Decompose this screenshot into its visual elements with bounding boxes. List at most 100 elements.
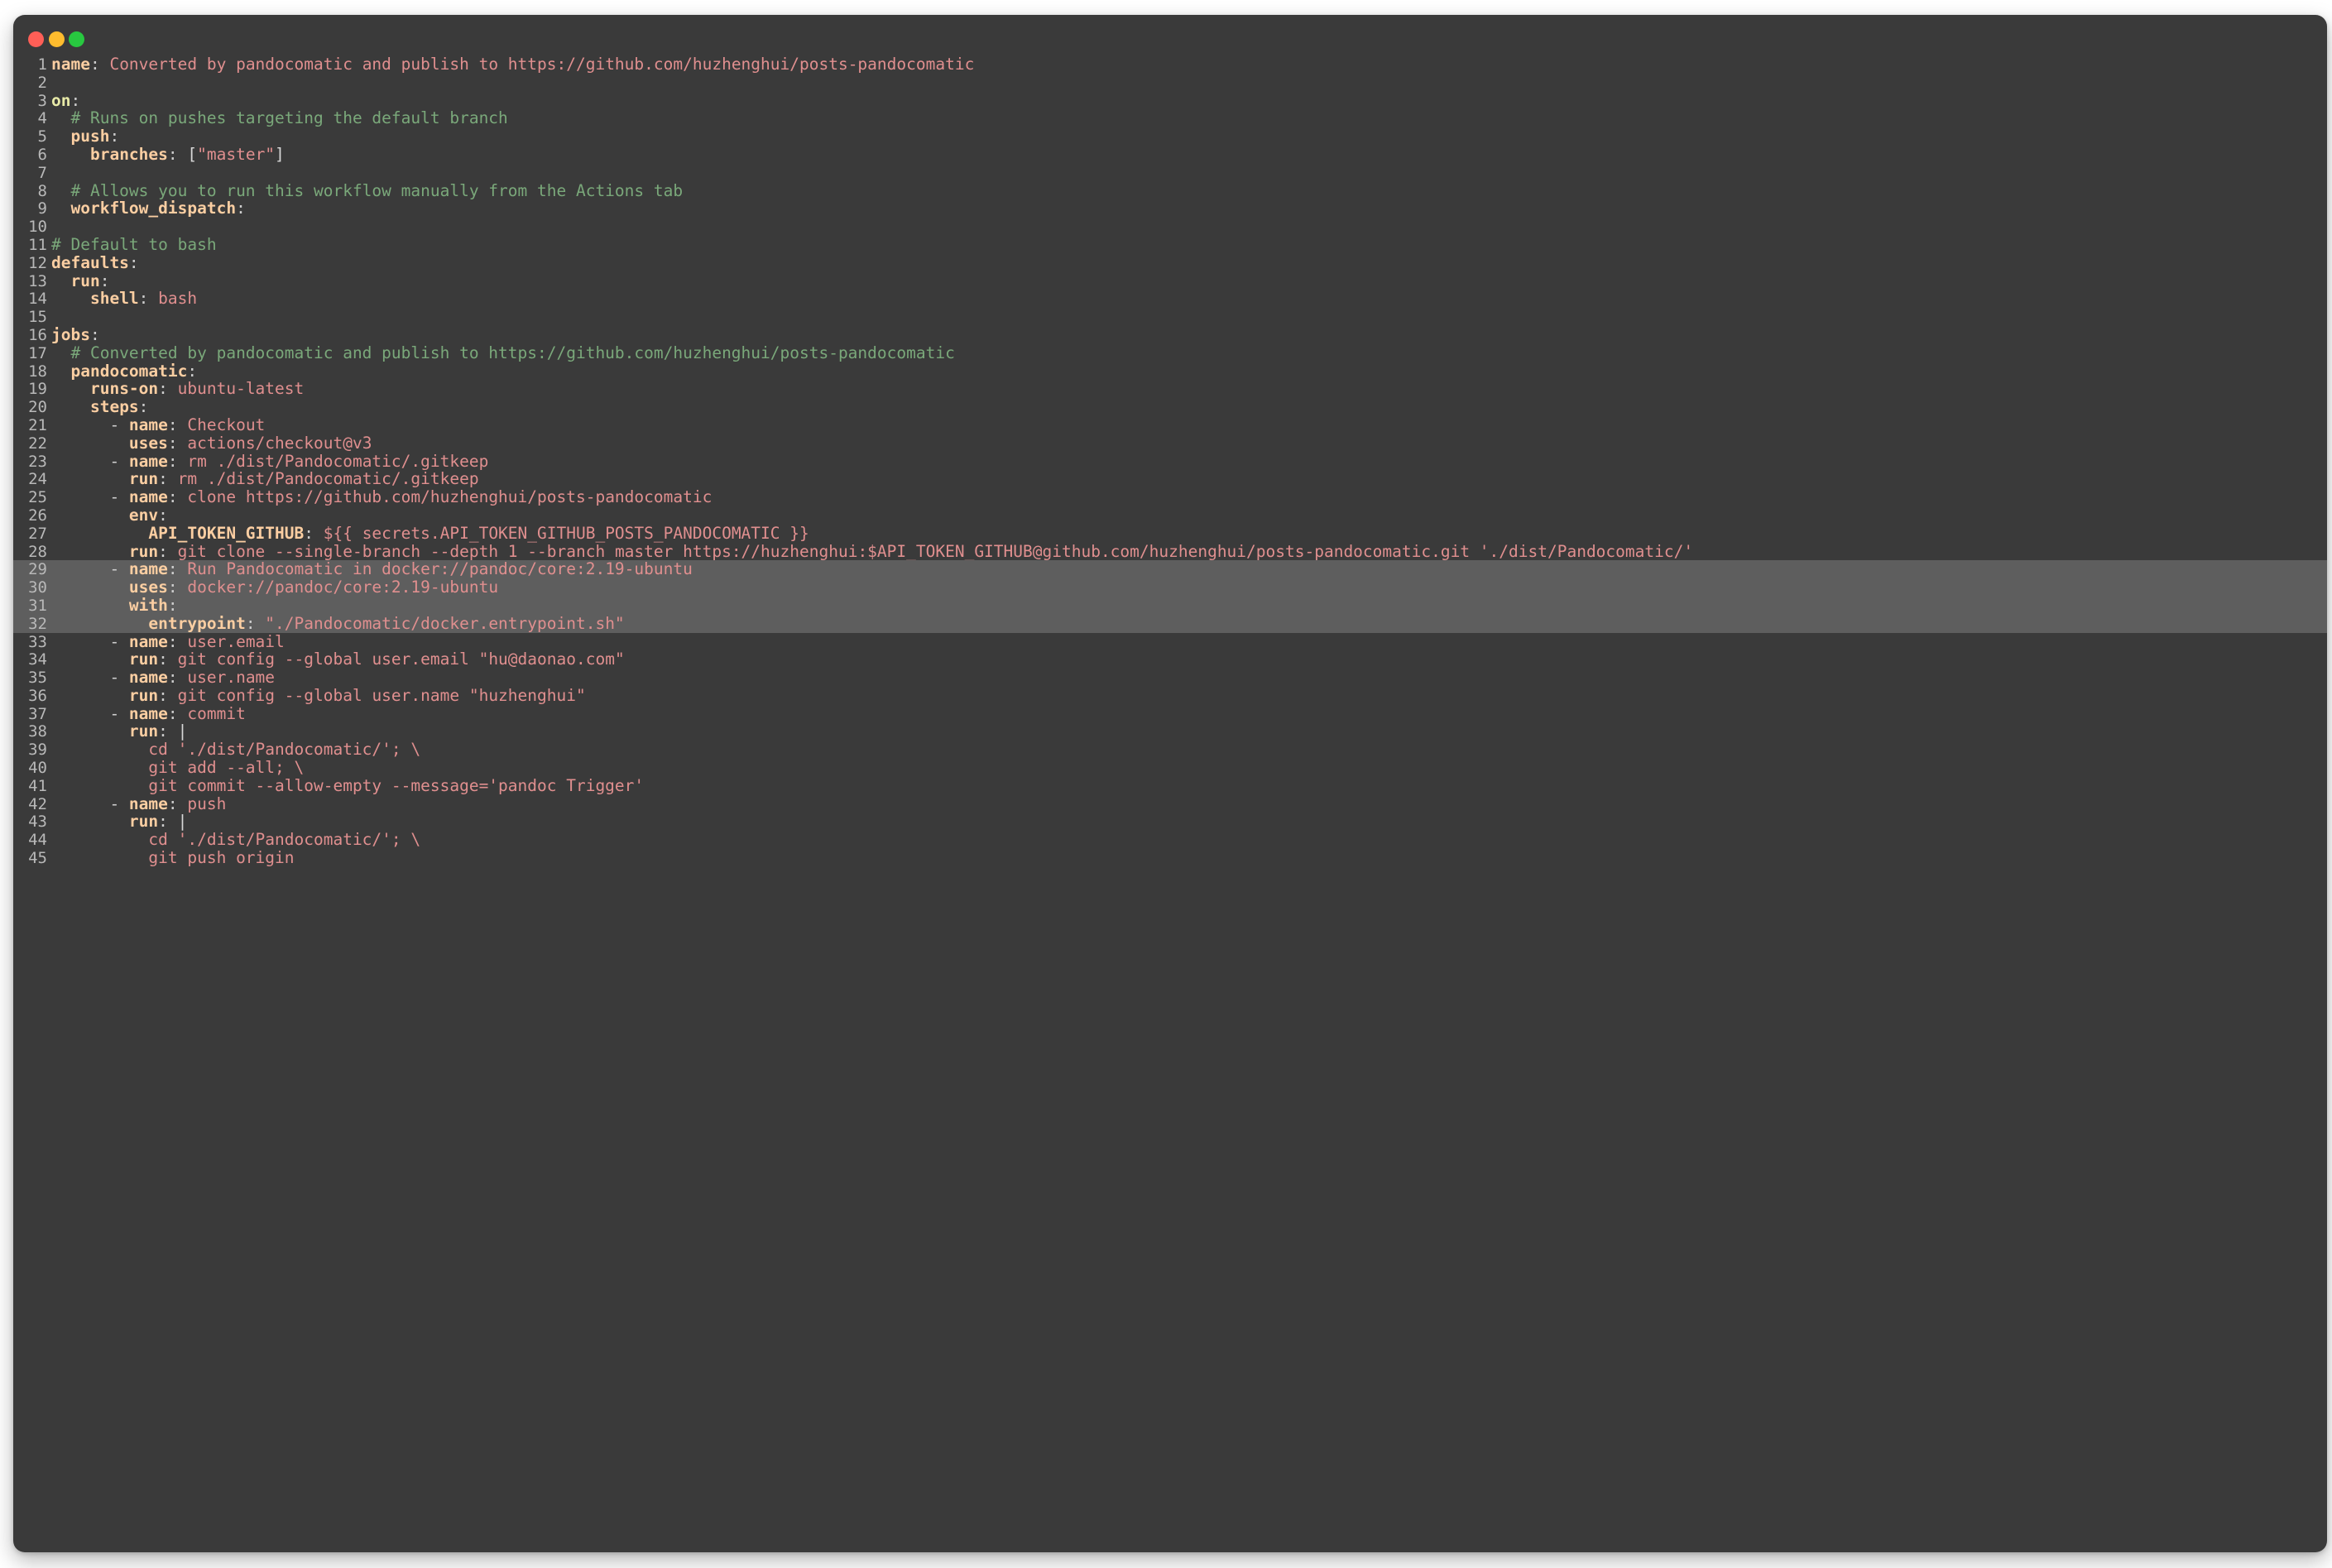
code-line[interactable]: 27 API_TOKEN_GITHUB: ${{ secrets.API_TOK… [13, 524, 2327, 543]
code-line[interactable]: 24 run: rm ./dist/Pandocomatic/.gitkeep [13, 470, 2327, 488]
code-line[interactable]: 14 shell: bash [13, 290, 2327, 308]
line-number: 17 [28, 343, 47, 362]
code-line[interactable]: 15 [13, 308, 2327, 326]
code-line[interactable]: 28 run: git clone --single-branch --dept… [13, 541, 2327, 561]
token-s: git config --global user.name "huzhenghu… [177, 685, 586, 705]
code-line-text: run: [47, 271, 109, 290]
code-editor-content[interactable]: 1 name: Converted by pandocomatic and pub… [13, 51, 2327, 867]
code-line[interactable]: 22 uses: actions/checkout@v3 [13, 434, 2327, 452]
token-p: : [236, 199, 246, 218]
code-line[interactable]: 1 name: Converted by pandocomatic and pub… [13, 55, 2327, 74]
token-k: name [128, 631, 168, 651]
code-line-text: name: Converted by pandocomatic and publ… [47, 55, 974, 74]
line-number: 29 [28, 560, 47, 579]
token-s: user.email [187, 631, 285, 651]
code-line[interactable]: 36 run: git config --global user.name "h… [13, 685, 2327, 705]
token-k: name [128, 487, 168, 507]
code-line[interactable]: 35 - name: user.name [13, 669, 2327, 687]
code-line[interactable]: 2 [13, 74, 2327, 92]
line-number: 15 [28, 308, 47, 327]
token-p: : [138, 397, 149, 417]
line-number: 42 [28, 794, 47, 813]
token-plain: ] [275, 144, 285, 164]
code-line-text: with: [47, 597, 178, 615]
code-line[interactable]: 39 cd './dist/Pandocomatic/'; \ [13, 741, 2327, 759]
code-line[interactable]: 31 with: [13, 597, 2327, 615]
code-line[interactable]: 4 # Runs on pushes targeting the default… [13, 109, 2327, 127]
code-line[interactable]: 18 pandocomatic: [13, 362, 2327, 381]
line-number: 35 [28, 669, 47, 688]
code-line[interactable]: 8 # Allows you to run this workflow manu… [13, 181, 2327, 199]
code-line[interactable]: 6 branches: ["master"] [13, 146, 2327, 164]
code-line[interactable]: 13 run: [13, 271, 2327, 290]
token-p: : [167, 451, 188, 471]
minimize-button[interactable] [49, 31, 65, 47]
code-line[interactable]: 42 - name: push [13, 794, 2327, 813]
code-line[interactable]: 7 [13, 164, 2327, 182]
code-line[interactable]: 17 # Converted by pandocomatic and publi… [13, 343, 2327, 362]
code-line[interactable]: 20 steps: [13, 398, 2327, 416]
code-line[interactable]: 12 defaults: [13, 253, 2327, 271]
code-line[interactable]: 25 - name: clone https://github.com/huzh… [13, 488, 2327, 506]
token-s: Run Pandocomatic in docker://pandoc/core… [187, 559, 693, 579]
code-line-text: run: | [47, 813, 187, 831]
code-line[interactable]: 44 cd './dist/Pandocomatic/'; \ [13, 831, 2327, 849]
token-p: : [245, 613, 266, 633]
code-line[interactable]: 16 jobs: [13, 326, 2327, 344]
code-line[interactable]: 40 git add --all; \ [13, 759, 2327, 777]
code-line[interactable]: 19 runs-on: ubuntu-latest [13, 380, 2327, 398]
line-number: 4 [37, 109, 47, 128]
code-line[interactable]: 32 entrypoint: "./Pandocomatic/docker.en… [13, 613, 2327, 633]
code-line[interactable]: 37 - name: commit [13, 703, 2327, 723]
code-line-text: pandocomatic: [47, 362, 197, 381]
code-line[interactable]: 21 - name: Checkout [13, 416, 2327, 434]
code-line[interactable]: 5 push: [13, 127, 2327, 146]
code-line-text: run: git config --global user.email "hu@… [47, 650, 625, 669]
line-number: 34 [28, 650, 47, 669]
code-line[interactable]: 3 on: [13, 90, 2327, 110]
line-number: 38 [28, 722, 47, 741]
line-number: 30 [28, 578, 47, 597]
token-s: git config --global user.email "hu@daona… [177, 650, 625, 669]
code-line[interactable]: 41 git commit --allow-empty --message='p… [13, 776, 2327, 794]
token-c: # Runs on pushes targeting the default b… [70, 108, 508, 128]
close-button[interactable] [28, 31, 44, 47]
code-line[interactable]: 10 [13, 218, 2327, 236]
code-line[interactable]: 38 run: | [13, 722, 2327, 741]
maximize-button[interactable] [69, 31, 84, 47]
code-line-text: uses: docker://pandoc/core:2.19-ubuntu [47, 578, 498, 597]
code-line[interactable]: 30 uses: docker://pandoc/core:2.19-ubunt… [13, 578, 2327, 597]
code-line[interactable]: 45 git push origin [13, 849, 2327, 867]
token-p: - [51, 451, 129, 471]
token-s: git clone --single-branch --depth 1 --br… [177, 541, 1694, 561]
line-number: 27 [28, 524, 47, 543]
code-line-text: cd './dist/Pandocomatic/'; \ [47, 831, 420, 849]
code-line[interactable]: 29 - name: Run Pandocomatic in docker://… [13, 560, 2327, 578]
token-k: run [128, 650, 159, 669]
code-line[interactable]: 11 # Default to bash [13, 236, 2327, 254]
code-line[interactable]: 26 env: [13, 506, 2327, 525]
token-p: : [167, 487, 188, 507]
token-p: : [167, 631, 188, 651]
line-number: 9 [37, 199, 47, 218]
code-line[interactable]: 34 run: git config --global user.email "… [13, 650, 2327, 669]
code-line-text: push: [47, 127, 119, 146]
window-titlebar [13, 15, 2327, 51]
code-line-text: - name: commit [47, 703, 245, 723]
code-line-text: API_TOKEN_GITHUB: ${{ secrets.API_TOKEN_… [47, 524, 809, 543]
code-line[interactable]: 33 - name: user.email [13, 631, 2327, 651]
token-k: name [128, 703, 168, 723]
code-line[interactable]: 43 run: | [13, 813, 2327, 831]
token-s: "master" [197, 144, 276, 164]
token-p: : [70, 90, 81, 110]
line-number: 6 [37, 145, 47, 164]
code-line[interactable]: 9 workflow_dispatch: [13, 199, 2327, 218]
code-line[interactable]: 23 - name: rm ./dist/Pandocomatic/.gitke… [13, 451, 2327, 471]
